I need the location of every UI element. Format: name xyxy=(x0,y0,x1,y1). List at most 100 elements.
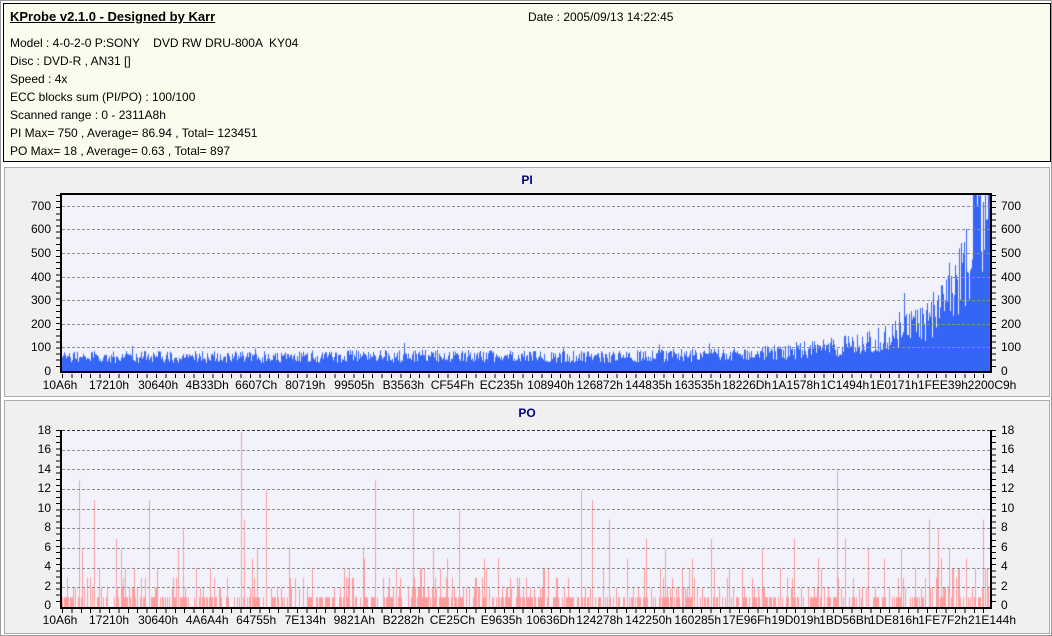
po-y-axis-right: 0 2 4 6 8 10 12 14 16 18 xyxy=(999,423,1045,612)
po-y-ticks-right xyxy=(992,430,996,605)
x-tick-label: 2200C9h xyxy=(967,378,1017,392)
gridline xyxy=(62,276,990,278)
x-tick-label: B2282h xyxy=(382,613,425,627)
info-line-speed: Speed : 4x xyxy=(10,72,68,86)
x-tick-label: 1FE7F2h xyxy=(918,613,968,627)
pi-y-axis-right: 0 100 200 300 400 500 600 700 xyxy=(999,195,1045,378)
info-line-range: Scanned range : 0 - 2311A8h xyxy=(10,108,166,122)
x-tick-label: CF54Fh xyxy=(430,378,475,392)
y-tick-label: 2 xyxy=(44,578,51,593)
scan-date: Date : 2005/09/13 14:22:45 xyxy=(528,10,674,24)
x-tick-label: 10A6h xyxy=(42,378,78,392)
gridline xyxy=(62,567,990,569)
y-tick-label: 8 xyxy=(44,520,51,535)
gridline xyxy=(62,205,990,207)
x-tick-label: 1FEE39h xyxy=(917,378,968,392)
y-tick-label: 4 xyxy=(44,559,51,574)
info-line-model: Model : 4-0-2-0 P:SONY DVD RW DRU-800A K… xyxy=(10,36,299,50)
y-tick-label: 600 xyxy=(30,222,51,237)
gridline xyxy=(62,587,990,589)
x-tick-label: 30640h xyxy=(138,613,179,627)
x-tick-label: 19D019h xyxy=(771,613,821,627)
x-tick-label: 144835h xyxy=(625,378,672,392)
info-line-po-stats: PO Max= 18 , Average= 0.63 , Total= 897 xyxy=(10,144,231,158)
x-tick-label: 1E0171h xyxy=(869,378,918,392)
x-tick-label: 64755h xyxy=(236,613,277,627)
pi-plot-area xyxy=(60,193,992,373)
gridline xyxy=(62,508,990,510)
y-tick-label: 6 xyxy=(1001,539,1008,554)
info-line-ecc: ECC blocks sum (PI/PO) : 100/100 xyxy=(10,90,196,104)
x-tick-label: 142250h xyxy=(625,613,672,627)
x-tick-label: 1DE816h xyxy=(868,613,919,627)
y-tick-label: 12 xyxy=(37,481,51,496)
x-tick-label: 4A6A4h xyxy=(185,613,229,627)
pi-y-axis-left: 0 100 200 300 400 500 600 700 xyxy=(5,195,53,378)
scan-info-lines: Model : 4-0-2-0 P:SONY DVD RW DRU-800A K… xyxy=(10,34,298,160)
y-tick-label: 12 xyxy=(1001,481,1015,496)
y-tick-label: 4 xyxy=(1001,559,1008,574)
x-tick-label: 163535h xyxy=(674,378,722,392)
y-tick-label: 100 xyxy=(1001,340,1022,355)
po-chart-panel: PO 0 2 4 6 8 10 12 14 16 18 0 2 4 6 8 10 12 14 16 18 10A6h… xyxy=(4,400,1050,634)
kprobe-report-window: KProbe v2.1.0 - Designed by Karr Date : … xyxy=(0,0,1052,636)
x-tick-label: 1A1578h xyxy=(771,378,820,392)
gridline xyxy=(62,469,990,471)
pi-y-ticks-right xyxy=(992,195,996,371)
y-tick-label: 0 xyxy=(1001,364,1008,378)
x-tick-label: 17E96Fh xyxy=(722,613,772,627)
y-tick-label: 16 xyxy=(37,442,51,457)
y-tick-label: 100 xyxy=(30,340,51,355)
pi-chart-title: PI xyxy=(521,173,533,187)
y-tick-label: 10 xyxy=(1001,500,1015,515)
info-line-disc: Disc : DVD-R , AN31 [] xyxy=(10,54,131,68)
info-line-pi-stats: PI Max= 750 , Average= 86.94 , Total= 12… xyxy=(10,126,258,140)
x-tick-label: 17210h xyxy=(89,613,130,627)
gridline xyxy=(62,252,990,254)
y-tick-label: 8 xyxy=(1001,520,1008,535)
y-tick-label: 500 xyxy=(30,245,51,260)
x-tick-label: EC235h xyxy=(479,378,524,392)
x-tick-label: 10A6h xyxy=(42,613,78,627)
y-tick-label: 18 xyxy=(1001,423,1015,437)
gridline xyxy=(62,489,990,490)
y-tick-label: 14 xyxy=(37,461,51,476)
x-tick-label: 30640h xyxy=(138,378,179,392)
y-tick-label: 500 xyxy=(1001,245,1022,260)
x-tick-label: 17210h xyxy=(89,378,130,392)
app-title: KProbe v2.1.0 - Designed by Karr xyxy=(10,9,216,24)
x-tick-label: 10636Dh xyxy=(526,613,575,627)
x-tick-label: 4B33Dh xyxy=(185,378,229,392)
y-tick-label: 300 xyxy=(1001,293,1022,308)
scan-info-panel: KProbe v2.1.0 - Designed by Karr Date : … xyxy=(3,3,1051,162)
x-tick-label: 108940h xyxy=(527,378,574,392)
y-tick-label: 700 xyxy=(1001,198,1022,213)
x-tick-label: 7E134h xyxy=(284,613,326,627)
gridline xyxy=(62,347,990,349)
y-tick-label: 400 xyxy=(1001,269,1022,284)
x-tick-label: 1BD56Bh xyxy=(819,613,871,627)
x-tick-label: 160285h xyxy=(674,613,722,627)
x-tick-label: B3563h xyxy=(382,378,425,392)
y-tick-label: 0 xyxy=(44,364,51,378)
x-tick-label: 6607Ch xyxy=(235,378,278,392)
y-tick-label: 18 xyxy=(37,423,51,437)
y-tick-label: 400 xyxy=(30,269,51,284)
y-tick-label: 6 xyxy=(44,539,51,554)
x-tick-label: 126872h xyxy=(576,378,623,392)
x-tick-label: 99505h xyxy=(334,378,375,392)
gridline xyxy=(62,548,990,549)
y-tick-label: 14 xyxy=(1001,461,1015,476)
x-tick-label: 18226Dh xyxy=(722,378,772,392)
y-tick-label: 0 xyxy=(1001,598,1008,612)
x-tick-label: E9635h xyxy=(480,613,523,627)
gridline xyxy=(62,323,990,325)
gridline xyxy=(62,528,990,530)
y-tick-label: 200 xyxy=(1001,316,1022,331)
gridline xyxy=(62,229,990,231)
x-tick-label: 124278h xyxy=(576,613,623,627)
y-tick-label: 10 xyxy=(37,500,51,515)
po-x-axis-labels: 10A6h 17210h 30640h 4A6A4h 64755h 7E134h 9821A… xyxy=(43,613,1016,627)
x-tick-label: 80719h xyxy=(285,378,326,392)
y-tick-label: 2 xyxy=(1001,578,1008,593)
